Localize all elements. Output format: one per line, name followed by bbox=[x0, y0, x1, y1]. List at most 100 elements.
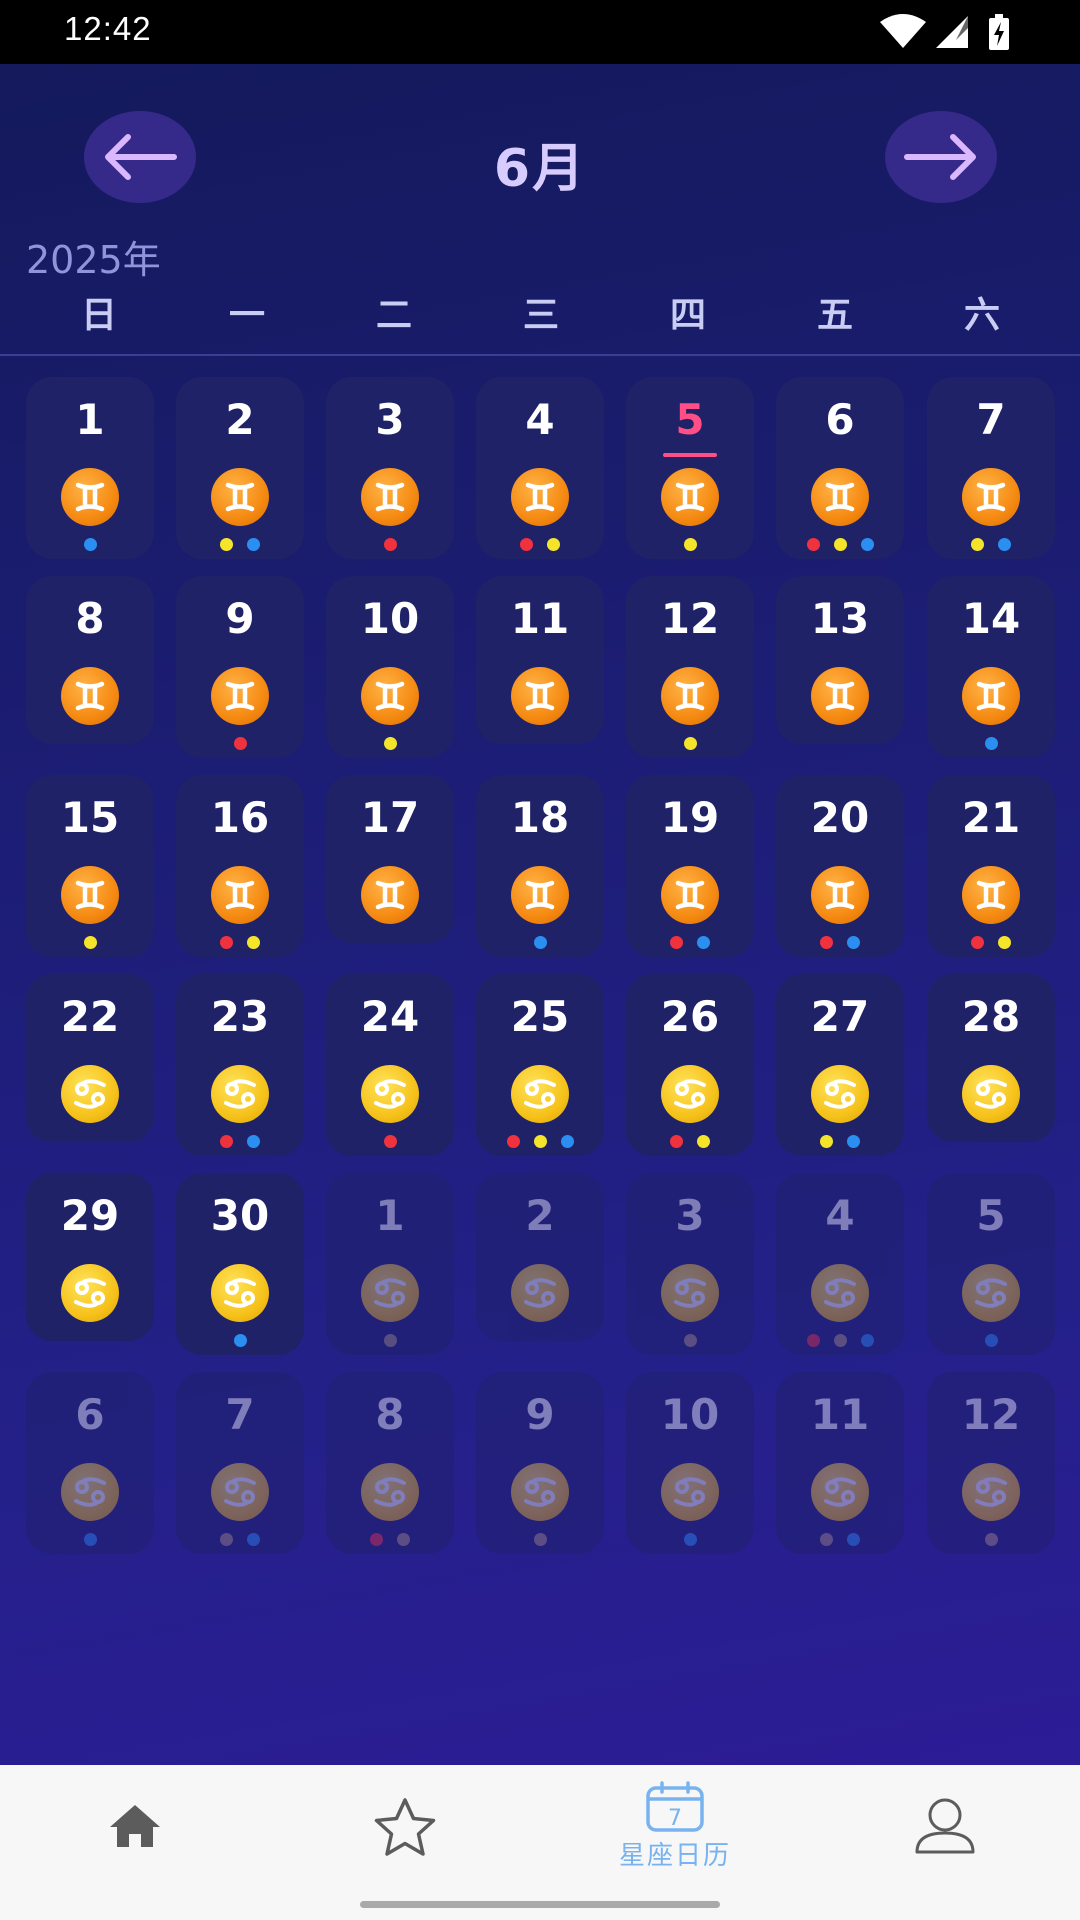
calendar-day-cell[interactable]: 14 bbox=[927, 576, 1055, 758]
yellow-event-dot bbox=[533, 1135, 547, 1148]
calendar-day-cell[interactable]: 11 bbox=[476, 576, 604, 744]
event-dots bbox=[626, 737, 754, 750]
arrow-right-icon bbox=[904, 134, 976, 180]
day-number: 17 bbox=[360, 793, 420, 842]
day-number: 13 bbox=[810, 594, 870, 643]
event-dots bbox=[626, 936, 754, 949]
yellow-event-dot bbox=[833, 538, 847, 551]
calendar-day-cell[interactable]: 21 bbox=[927, 775, 1055, 957]
calendar-day-cell[interactable]: 26 bbox=[626, 974, 754, 1156]
star-icon bbox=[374, 1798, 436, 1856]
calendar-day-cell[interactable]: 12 bbox=[626, 576, 754, 758]
cancer-icon bbox=[511, 1264, 569, 1322]
calendar-day-cell-next-month[interactable]: 5 bbox=[927, 1173, 1055, 1355]
calendar-day-cell[interactable]: 13 bbox=[776, 576, 904, 744]
calendar-day-cell[interactable]: 27 bbox=[776, 974, 904, 1156]
day-number: 18 bbox=[510, 793, 570, 842]
blue-event-dot bbox=[683, 1533, 697, 1546]
tab-profile[interactable] bbox=[810, 1765, 1080, 1885]
calendar-day-cell[interactable]: 24 bbox=[326, 974, 454, 1156]
calendar-day-cell[interactable]: 29 bbox=[26, 1173, 154, 1341]
event-dots bbox=[927, 1533, 1055, 1546]
gemini-icon bbox=[511, 667, 569, 725]
calendar-day-cell[interactable]: 15 bbox=[26, 775, 154, 957]
red-event-dot bbox=[370, 1533, 383, 1546]
calendar-day-cell[interactable]: 9 bbox=[176, 576, 304, 758]
status-bar: 12:42 bbox=[0, 0, 1080, 64]
event-dots bbox=[476, 538, 604, 551]
gesture-navigation-bar[interactable] bbox=[360, 1901, 720, 1908]
calendar-day-cell[interactable]: 18 bbox=[476, 775, 604, 957]
tab-horoscope-calendar[interactable]: 7 星座日历 bbox=[540, 1765, 810, 1885]
calendar-day-cell[interactable]: 10 bbox=[326, 576, 454, 758]
gemini-icon bbox=[661, 667, 719, 725]
calendar-day-cell-next-month[interactable]: 3 bbox=[626, 1173, 754, 1355]
calendar-day-cell-next-month[interactable]: 1 bbox=[326, 1173, 454, 1355]
next-month-button[interactable] bbox=[885, 111, 997, 203]
red-event-dot bbox=[506, 1135, 520, 1148]
calendar-day-cell-next-month[interactable]: 7 bbox=[176, 1372, 304, 1554]
red-event-dot bbox=[383, 1135, 397, 1148]
calendar-day-cell-next-month[interactable]: 6 bbox=[26, 1372, 154, 1554]
calendar-day-cell[interactable]: 20 bbox=[776, 775, 904, 957]
gray-event-dot bbox=[984, 1533, 998, 1546]
gemini-icon bbox=[61, 667, 119, 725]
yellow-event-dot bbox=[547, 538, 560, 551]
event-dots bbox=[326, 1533, 454, 1546]
calendar-day-cell[interactable]: 23 bbox=[176, 974, 304, 1156]
blue-event-dot bbox=[984, 1334, 998, 1347]
calendar-day-cell[interactable]: 17 bbox=[326, 775, 454, 943]
gemini-icon bbox=[361, 667, 419, 725]
weekday-label: 一 bbox=[228, 295, 265, 336]
event-dots bbox=[626, 538, 754, 551]
calendar-day-cell-next-month[interactable]: 9 bbox=[476, 1372, 604, 1554]
previous-month-button[interactable] bbox=[84, 111, 196, 203]
status-icons bbox=[878, 14, 1018, 50]
event-dots bbox=[927, 737, 1055, 750]
calendar-screen: 6月 2025年 日 一 二 三 四 五 六 1 2 3 4 5 6 7 8 9 10 11 12 13… bbox=[0, 64, 1080, 1765]
gray-event-dot bbox=[533, 1533, 547, 1546]
day-number: 5 bbox=[976, 1191, 1006, 1240]
weekday-header: 日 一 二 三 四 五 六 bbox=[0, 286, 1080, 346]
calendar-day-cell[interactable]: 1 bbox=[26, 377, 154, 559]
blue-event-dot bbox=[247, 538, 260, 551]
calendar-day-cell-next-month[interactable]: 10 bbox=[626, 1372, 754, 1554]
gemini-icon bbox=[811, 468, 869, 526]
blue-event-dot bbox=[247, 1135, 260, 1148]
tab-home[interactable] bbox=[0, 1765, 270, 1885]
calendar-day-cell[interactable]: 6 bbox=[776, 377, 904, 559]
red-event-dot bbox=[670, 1135, 683, 1148]
calendar-day-cell-next-month[interactable]: 8 bbox=[326, 1372, 454, 1554]
day-number: 2 bbox=[525, 1191, 555, 1240]
cellular-signal-icon bbox=[936, 16, 968, 48]
calendar-day-cell[interactable]: 5 bbox=[626, 377, 754, 559]
cancer-icon bbox=[962, 1264, 1020, 1322]
gray-event-dot bbox=[833, 1334, 847, 1347]
calendar-day-cell[interactable]: 2 bbox=[176, 377, 304, 559]
calendar-day-cell[interactable]: 3 bbox=[326, 377, 454, 559]
gemini-icon bbox=[61, 866, 119, 924]
calendar-day-cell-next-month[interactable]: 11 bbox=[776, 1372, 904, 1554]
calendar-day-cell[interactable]: 28 bbox=[927, 974, 1055, 1142]
calendar-day-cell[interactable]: 16 bbox=[176, 775, 304, 957]
calendar-day-cell[interactable]: 22 bbox=[26, 974, 154, 1142]
calendar-day-cell[interactable]: 4 bbox=[476, 377, 604, 559]
event-dots bbox=[26, 936, 154, 949]
gemini-icon bbox=[962, 667, 1020, 725]
cancer-icon bbox=[211, 1463, 269, 1521]
red-event-dot bbox=[220, 1135, 233, 1148]
calendar-day-cell[interactable]: 19 bbox=[626, 775, 754, 957]
calendar-day-cell-next-month[interactable]: 2 bbox=[476, 1173, 604, 1341]
day-number: 12 bbox=[961, 1390, 1021, 1439]
cancer-icon bbox=[511, 1065, 569, 1123]
calendar-day-cell[interactable]: 25 bbox=[476, 974, 604, 1156]
weekday-label: 二 bbox=[375, 295, 412, 336]
gray-event-dot bbox=[220, 1533, 233, 1546]
event-dots bbox=[176, 737, 304, 750]
calendar-day-cell-next-month[interactable]: 12 bbox=[927, 1372, 1055, 1554]
tab-favorites[interactable] bbox=[270, 1765, 540, 1885]
calendar-day-cell-next-month[interactable]: 4 bbox=[776, 1173, 904, 1355]
calendar-day-cell[interactable]: 7 bbox=[927, 377, 1055, 559]
calendar-day-cell[interactable]: 30 bbox=[176, 1173, 304, 1355]
calendar-day-cell[interactable]: 8 bbox=[26, 576, 154, 744]
